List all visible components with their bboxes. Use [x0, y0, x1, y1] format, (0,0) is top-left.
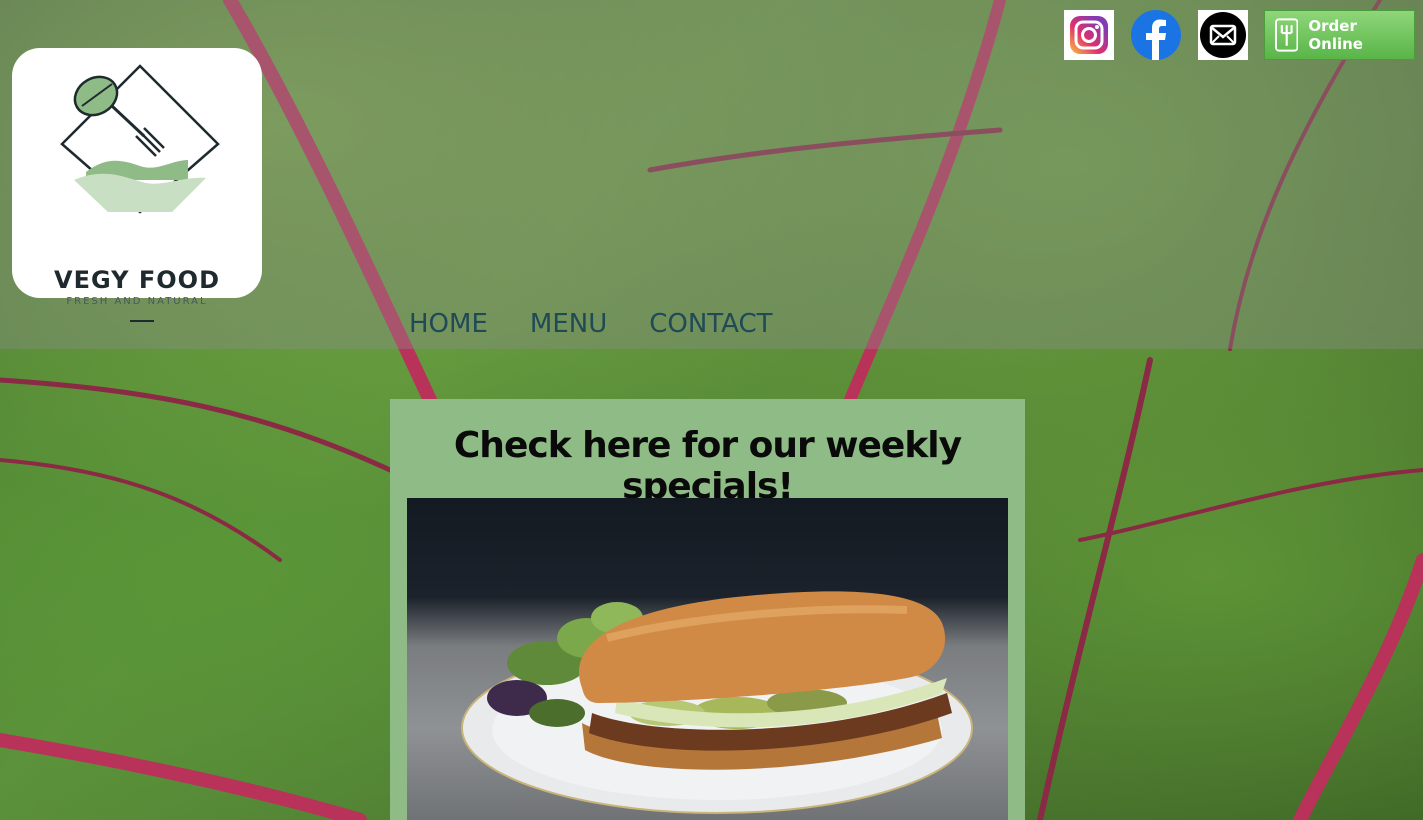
logo[interactable]: VEGY FOOD FRESH AND NATURAL [12, 48, 262, 322]
logo-subtitle: FRESH AND NATURAL [66, 296, 208, 307]
logo-divider [130, 320, 154, 322]
nav-home-link[interactable]: HOME [409, 309, 488, 339]
fork-icon [1275, 18, 1299, 52]
email-icon[interactable] [1198, 10, 1248, 60]
specials-card: Check here for our weekly specials! [390, 399, 1025, 820]
sandwich-photo [407, 498, 1008, 820]
leaf-fork-icon [60, 64, 220, 214]
logo-title: VEGY FOOD [54, 266, 220, 294]
order-online-button[interactable]: Order Online [1264, 10, 1415, 60]
nav-menu-link[interactable]: MENU [530, 309, 607, 339]
nav-contact-link[interactable]: CONTACT [649, 309, 772, 339]
instagram-icon[interactable] [1064, 10, 1114, 60]
specials-heading: Check here for our weekly specials! [453, 425, 962, 507]
order-online-label: Order Online [1308, 17, 1363, 53]
page: VEGY FOOD FRESH AND NATURAL HOME MENU CO… [0, 0, 1423, 820]
facebook-icon[interactable] [1131, 10, 1181, 60]
main-nav: HOME MENU CONTACT [409, 309, 815, 339]
